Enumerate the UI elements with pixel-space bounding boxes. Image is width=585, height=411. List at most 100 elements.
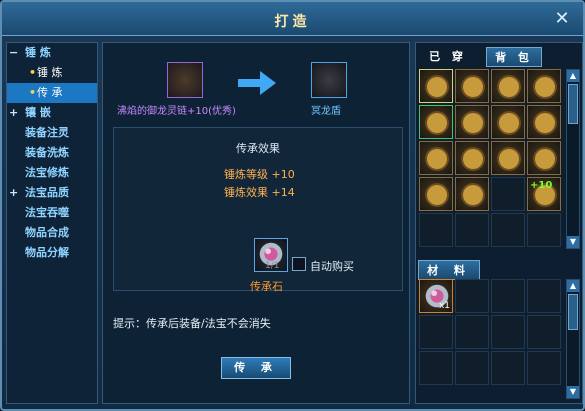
scroll-thumb[interactable] (568, 84, 578, 124)
empty-slot[interactable] (455, 315, 489, 349)
nav-item-5[interactable]: 装备洗炼 (7, 143, 97, 163)
mat-scroll-up-icon[interactable]: ▲ (567, 280, 579, 292)
material-slot[interactable]: x1 (419, 279, 453, 313)
effect-section: 传承效果 锤炼等级 +10 锤炼效果 +14 1/1 传承石 自动购买 (113, 127, 403, 293)
target-item-slot[interactable] (311, 62, 347, 98)
target-item-name: 冥龙盾 (311, 106, 341, 117)
nav-item-3[interactable]: + 镶 嵌 (7, 103, 97, 123)
effect-title: 传承效果 (236, 142, 280, 155)
bullet-icon: • (29, 86, 37, 99)
inventory-slot[interactable] (455, 105, 489, 139)
nav-label: 物品合成 (25, 226, 69, 239)
materials-grid: x1 (419, 279, 563, 399)
green-spike-icon (427, 185, 447, 205)
mat-scroll-thumb[interactable] (568, 294, 578, 330)
inventory-grid: +10 (419, 69, 563, 249)
empty-slot[interactable] (491, 177, 525, 211)
dragon-belt-icon (535, 113, 555, 133)
inherit-panel: 沸焰的御龙灵链+10(优秀) 冥龙盾 传承效果 锤炼等级 +10 锤炼效果 +1… (102, 42, 410, 404)
nav-item-1[interactable]: • 锤 炼 (7, 63, 97, 83)
forge-window: 打造 ✕ − 锤 炼 • 锤 炼 • 传 承 + 镶 嵌装备注灵 装备洗炼 法宝修炼 + 法宝品质 法宝… (0, 0, 585, 411)
inventory-slot[interactable] (527, 105, 561, 139)
inventory-slot[interactable] (419, 141, 453, 175)
nav-label: 法宝修炼 (25, 166, 69, 179)
empty-slot[interactable] (491, 351, 525, 385)
empty-slot[interactable] (455, 279, 489, 313)
inventory-slot[interactable] (491, 69, 525, 103)
inventory-slot[interactable] (527, 141, 561, 175)
tab-bag[interactable]: 背 包 (486, 47, 542, 67)
empty-slot[interactable] (491, 315, 525, 349)
empty-slot[interactable] (419, 351, 453, 385)
inherit-button[interactable]: 传 承 (221, 357, 291, 379)
empty-slot[interactable] (527, 213, 561, 247)
dragon-armor-icon (463, 149, 483, 169)
scroll-up-icon[interactable]: ▲ (567, 70, 579, 82)
source-item-name: 沸焰的御龙灵链+10(优秀) (117, 106, 236, 117)
minus-icon[interactable]: − (9, 43, 21, 63)
inventory-slot[interactable] (491, 105, 525, 139)
material-count: x1 (438, 301, 450, 311)
source-item-slot[interactable] (167, 62, 203, 98)
empty-slot[interactable] (527, 351, 561, 385)
mat-scroll-down-icon[interactable]: ▼ (567, 386, 579, 398)
dragon-helmet-icon (499, 77, 519, 97)
empty-slot[interactable] (491, 279, 525, 313)
empty-slot[interactable] (491, 213, 525, 247)
nav-item-8[interactable]: 法宝吞噬 (7, 203, 97, 223)
auto-buy-checkbox[interactable] (292, 257, 306, 271)
dragon-helmet-icon (427, 149, 447, 169)
stone-label: 传承石 (250, 280, 283, 293)
tab-equipped[interactable]: 已 穿 (420, 47, 476, 67)
empty-slot[interactable] (527, 279, 561, 313)
nav-item-7[interactable]: + 法宝品质 (7, 183, 97, 203)
bullet-icon: • (29, 66, 37, 79)
effect-line-effect: 锤炼效果 +14 (224, 186, 295, 199)
close-icon[interactable]: ✕ (551, 8, 573, 30)
nav-item-0[interactable]: − 锤 炼 (7, 43, 97, 63)
scroll-down-icon[interactable]: ▼ (567, 236, 579, 248)
chain-icon (427, 77, 447, 97)
inventory-slot[interactable] (419, 177, 453, 211)
nav-label: 传 承 (37, 86, 63, 99)
stone-count: 1/1 (265, 261, 280, 271)
inventory-slot[interactable] (455, 141, 489, 175)
nav-label: 锤 炼 (37, 66, 63, 79)
empty-slot[interactable] (419, 315, 453, 349)
inventory-slot[interactable] (491, 141, 525, 175)
nav-item-4[interactable]: 装备注灵 (7, 123, 97, 143)
materials-scrollbar[interactable]: ▲ ▼ (566, 279, 580, 399)
nav-label: 物品分解 (25, 246, 69, 259)
nav-label: 装备洗炼 (25, 146, 69, 159)
tab-materials[interactable]: 材 料 (418, 260, 480, 280)
inventory-slot[interactable] (419, 105, 453, 139)
empty-slot[interactable] (455, 351, 489, 385)
inventory-slot[interactable] (455, 69, 489, 103)
sword-icon (427, 113, 447, 133)
nav-item-9[interactable]: 物品合成 (7, 223, 97, 243)
plus-icon[interactable]: + (9, 183, 21, 203)
nav-item-2[interactable]: • 传 承 (7, 83, 97, 103)
inventory-slot[interactable] (455, 177, 489, 211)
arrow-right-icon (238, 71, 276, 95)
inventory-slot[interactable] (527, 69, 561, 103)
window-title: 打造 (274, 14, 311, 30)
plus-icon[interactable]: + (9, 103, 21, 123)
empty-slot[interactable] (419, 213, 453, 247)
empty-slot[interactable] (527, 315, 561, 349)
inventory-slot[interactable] (419, 69, 453, 103)
nav-item-10[interactable]: 物品分解 (7, 243, 97, 263)
flower-vase-icon (535, 149, 555, 169)
title-bar: 打造 ✕ (2, 2, 583, 36)
bead-necklace-icon (499, 149, 519, 169)
inventory-scrollbar[interactable]: ▲ ▼ (566, 69, 580, 249)
nav-item-6[interactable]: 法宝修炼 (7, 163, 97, 183)
inventory-slot[interactable]: +10 (527, 177, 561, 211)
dragon-armor-icon (463, 113, 483, 133)
dragon-armor-icon (499, 113, 519, 133)
nav-label: 锤 炼 (25, 46, 51, 59)
nav-label: 法宝品质 (25, 186, 69, 199)
left-nav: − 锤 炼 • 锤 炼 • 传 承 + 镶 嵌装备注灵 装备洗炼 法宝修炼 + 法宝品质 法宝吞噬 物品合… (6, 42, 98, 404)
chain-icon (463, 185, 483, 205)
empty-slot[interactable] (455, 213, 489, 247)
